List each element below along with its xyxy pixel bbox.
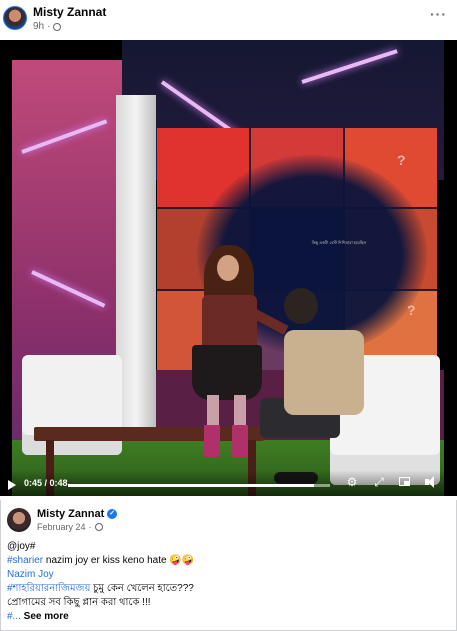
person-woman-face [217,255,239,281]
shared-author-avatar[interactable] [7,508,31,532]
question-mark-decor: ? [397,152,406,168]
studio-scene: কিছু একটা বেস্ট নিশিতারা হয়েছিল ? ? [12,40,444,496]
hashtag-link[interactable]: #sharier [7,555,43,566]
hashtag-link[interactable]: #শাহরিয়ারনাজিমজয় [7,583,90,594]
hashtag-link[interactable]: #... [7,611,21,622]
volume-icon[interactable] [424,475,438,489]
post-meta: 9h · [33,21,62,32]
person-man-jacket [284,330,364,415]
question-mark-decor: ? [407,302,416,318]
globe-icon [94,523,103,531]
progress-bar-fill [68,484,314,487]
author-avatar[interactable] [3,6,27,30]
video-frame-image: কিছু একটা বেস্ট নিশিতারা হয়েছিল ? ? [12,40,444,496]
coffee-table [34,427,264,441]
post-line: #sharier nazim joy er kiss keno hate 🤪🤪 [7,555,195,566]
studio-screen-caption: কিছু একটা বেস্ট নিশিতারা হয়েছিল [311,240,367,245]
post-line: প্রোগামের সব কিছু প্লান করা থাকে !!! [7,597,151,608]
shared-author: Misty Zannat ✓ [37,508,118,520]
post-header: Misty Zannat 9h · ··· [0,0,457,40]
shared-meta: February 24 · [37,522,103,532]
studio-pillar [116,95,156,475]
person-woman-leg [234,395,246,425]
author-name[interactable]: Misty Zannat [33,5,106,19]
post-line: #শাহরিয়ারনাজিমজয় চুমু কেন খেলেন হাতে??… [7,583,194,594]
person-woman-skirt [192,345,262,400]
current-time: 0:45 [24,478,43,488]
post-line: #... See more [7,610,447,624]
play-icon[interactable] [8,480,16,490]
video-player[interactable]: কিছু একটা বেস্ট নিশিতারা হয়েছিল ? ? 0:4… [0,40,457,496]
person-man-head [284,288,318,324]
post-line: @joy# [7,541,36,552]
globe-icon [53,22,62,31]
settings-gear-icon[interactable]: ⚙ [345,475,359,489]
shared-author-name[interactable]: Misty Zannat [37,508,104,520]
video-controls: 0:45 / 0:48 ⚙ ⤢ [0,470,457,496]
person-woman-leg [207,395,219,425]
person-woman-boot [204,425,220,457]
verified-badge-icon: ✓ [107,509,118,519]
post-time[interactable]: 9h [33,21,44,32]
mention-link[interactable]: Nazim Joy [7,568,447,582]
shared-date[interactable]: February 24 [37,522,86,532]
person-woman-boot [232,425,248,457]
see-more-link[interactable]: See more [21,611,69,622]
expand-icon[interactable]: ⤢ [372,475,386,489]
more-options-icon[interactable]: ··· [430,6,447,22]
picture-in-picture-icon[interactable] [398,475,412,489]
video-time: 0:45 / 0:48 [24,478,68,488]
total-time: 0:48 [49,478,68,488]
progress-bar[interactable] [68,484,330,487]
post-text: @joy# #sharier nazim joy er kiss keno ha… [7,540,447,624]
shared-post[interactable]: Misty Zannat ✓ February 24 · @joy# #shar… [0,500,457,631]
